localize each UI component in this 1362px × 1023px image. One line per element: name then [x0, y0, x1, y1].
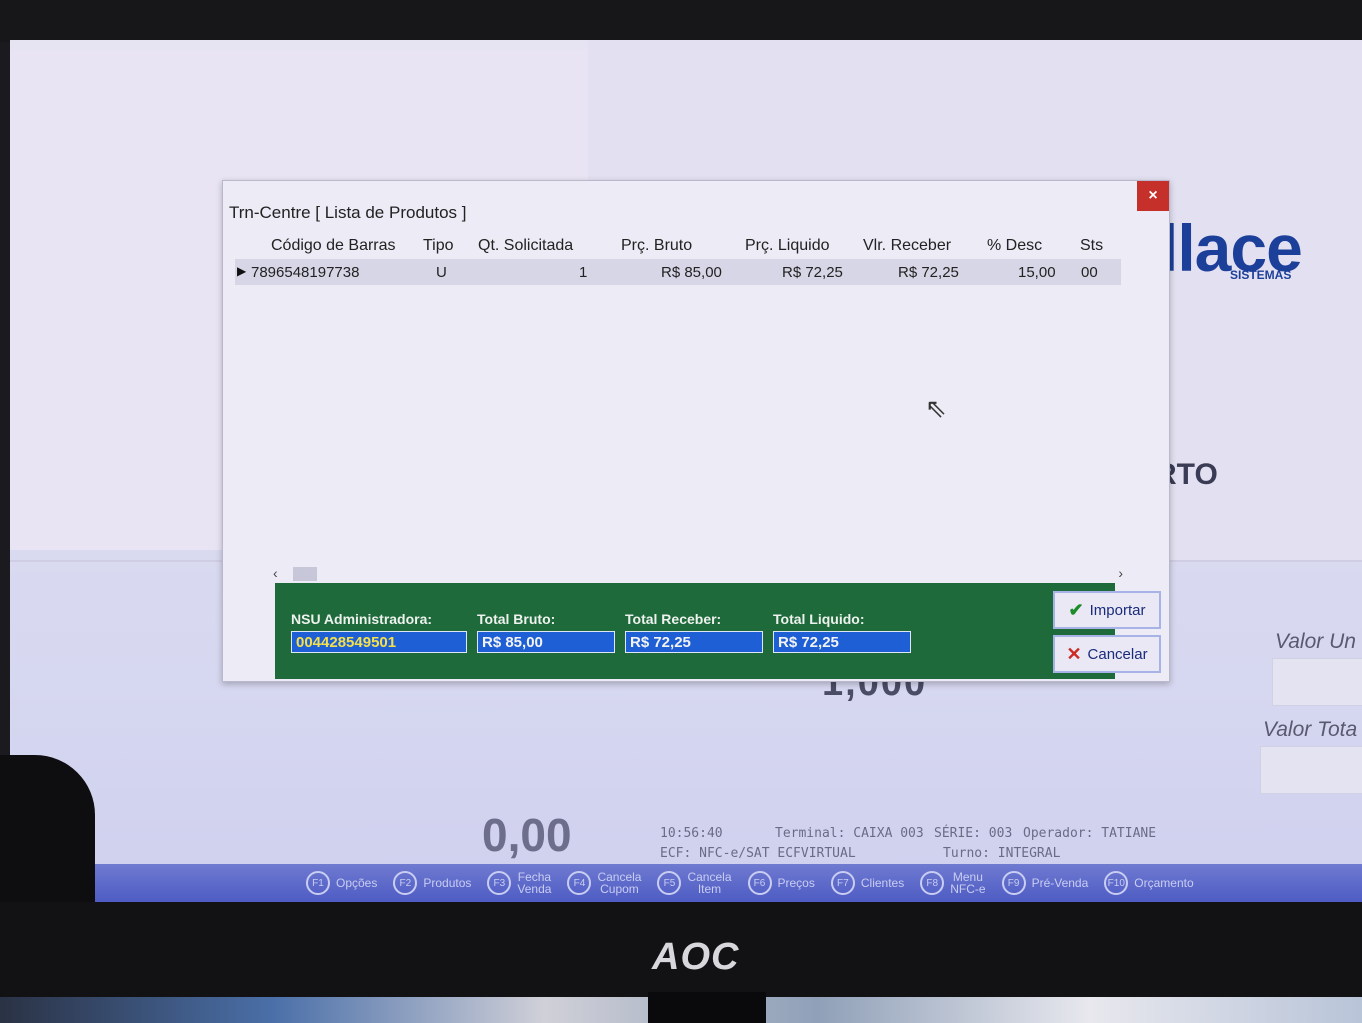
nsu-label: NSU Administradora:	[291, 611, 433, 627]
fkey-f5[interactable]: F5 Cancela Item	[657, 871, 732, 895]
brand-logo-subtitle: SISTEMAS	[1230, 268, 1292, 282]
shift-text: Turno: INTEGRAL	[943, 846, 1061, 861]
total-bruto-field: R$ 85,00	[477, 631, 615, 653]
fkey-f3[interactable]: F3 Fecha Venda	[487, 871, 551, 895]
import-button-label: Importar	[1089, 601, 1146, 619]
monitor-bezel-top	[0, 0, 1362, 42]
table-row[interactable]: ▶ 7896548197738 U 1 R$ 85,00 R$ 72,25 R$…	[235, 259, 1121, 285]
f10-key-icon: F10	[1104, 871, 1129, 895]
close-x-icon: ✕	[1066, 643, 1082, 664]
cell-preco-bruto: R$ 85,00	[661, 264, 722, 281]
f1-key-icon: F1	[306, 871, 330, 895]
fkey-f8[interactable]: F8 Menu NFC-e	[920, 871, 986, 895]
horizontal-scrollbar[interactable]: ‹ ›	[273, 565, 1123, 581]
close-button[interactable]: ×	[1137, 181, 1169, 211]
f9-key-icon: F9	[1001, 871, 1026, 895]
fkey-f9[interactable]: F9 Pré-Venda	[1001, 871, 1089, 895]
f7-key-icon: F7	[830, 871, 855, 895]
fkey-label: Fecha Venda	[517, 871, 551, 895]
function-key-bar: F1 Opções F2 Produtos F3 Fecha Venda F4 Cance…	[10, 864, 1362, 902]
total-value-label: Valor Tota	[1263, 718, 1358, 741]
monitor-brand-logo: AOC	[652, 936, 740, 978]
scroll-right-icon[interactable]: ›	[1118, 565, 1123, 581]
column-header-tipo[interactable]: Tipo	[423, 237, 454, 255]
row-pointer-icon: ▶	[237, 264, 247, 278]
fkey-label: Produtos	[423, 876, 472, 890]
fkey-f7[interactable]: F7 Clientes	[830, 871, 905, 895]
scroll-left-icon[interactable]: ‹	[273, 565, 278, 581]
sale-total-display: 0,00	[482, 809, 572, 861]
fkey-label: Opções	[336, 876, 378, 890]
fkey-label: Cancela Item	[687, 871, 731, 895]
column-header-sts[interactable]: Sts	[1080, 237, 1103, 255]
totals-footer: NSU Administradora: 004428549501 Total B…	[275, 583, 1161, 679]
check-icon: ✔	[1068, 599, 1084, 620]
fkey-f2[interactable]: F2 Produtos	[393, 871, 471, 895]
f8-key-icon: F8	[920, 871, 945, 895]
column-header-barcode[interactable]: Código de Barras	[271, 237, 396, 255]
column-header-valor-receber[interactable]: Vlr. Receber	[863, 237, 951, 255]
total-liquido-field: R$ 72,25	[773, 631, 911, 653]
terminal-text: Terminal: CAIXA 003	[775, 826, 924, 841]
operator-text: Operador: TATIANE	[1023, 826, 1157, 841]
fkey-label-line2: Cupom	[600, 882, 639, 896]
cancel-button[interactable]: ✕ Cancelar	[1053, 635, 1161, 673]
column-header-desc[interactable]: % Desc	[987, 237, 1042, 255]
cancel-button-label: Cancelar	[1087, 645, 1148, 663]
cell-preco-liquido: R$ 72,25	[782, 264, 843, 281]
f5-key-icon: F5	[657, 871, 682, 895]
mouse-pointer-icon: ⇖	[925, 393, 947, 423]
fkey-label-line2: Item	[697, 882, 722, 896]
fkey-label-line2: NFC-e	[950, 882, 986, 896]
column-header-preco-liquido[interactable]: Prç. Liquido	[745, 237, 830, 255]
f4-key-icon: F4	[567, 871, 592, 895]
f2-key-icon: F2	[393, 871, 418, 895]
serie-text: SÉRIE: 003	[934, 826, 1013, 841]
fkey-label: Cancela Cupom	[597, 871, 641, 895]
clock-text: 10:56:40	[660, 826, 723, 841]
total-receber-label: Total Receber:	[625, 611, 722, 627]
f6-key-icon: F6	[747, 871, 772, 895]
fkey-label: Menu NFC-e	[950, 871, 985, 895]
total-liquido-label: Total Liquido:	[773, 611, 865, 627]
cell-tipo: U	[436, 264, 447, 281]
fkey-label: Preços	[777, 876, 815, 890]
fkey-f6[interactable]: F6 Preços	[747, 871, 815, 895]
product-list-dialog: × Trn-Centre [ Lista de Produtos ] Códig…	[222, 180, 1170, 682]
fkey-f1[interactable]: F1 Opções	[306, 871, 377, 895]
dialog-title: Trn-Centre [ Lista de Produtos ]	[229, 203, 467, 222]
fkey-label: Clientes	[860, 876, 905, 890]
scroll-thumb[interactable]	[293, 567, 317, 581]
nsu-field[interactable]: 004428549501	[291, 631, 467, 653]
cell-barcode: 7896548197738	[251, 264, 360, 281]
fkey-label: Orçamento	[1134, 876, 1194, 890]
fkey-label: Pré-Venda	[1031, 876, 1089, 890]
column-header-qt[interactable]: Qt. Solicitada	[478, 237, 573, 255]
fkey-f4[interactable]: F4 Cancela Cupom	[567, 871, 641, 895]
import-button[interactable]: ✔ Importar	[1053, 591, 1161, 629]
unit-value-label: Valor Un	[1275, 630, 1356, 653]
column-header-preco-bruto[interactable]: Prç. Bruto	[621, 237, 692, 255]
grid-empty-area[interactable]	[235, 285, 1121, 565]
fkey-f10[interactable]: F10 Orçamento	[1104, 871, 1194, 895]
cell-sts: 00	[1081, 264, 1098, 281]
f3-key-icon: F3	[487, 871, 512, 895]
monitor-stand	[648, 992, 766, 1023]
total-receber-field: R$ 72,25	[625, 631, 763, 653]
ecf-text: ECF: NFC-e/SAT ECFVIRTUAL	[660, 846, 856, 861]
cell-qt: 1	[579, 264, 588, 281]
grid-header: Código de Barras Tipo Qt. Solicitada Prç…	[235, 233, 1121, 259]
unit-value-field	[1272, 658, 1362, 706]
total-bruto-label: Total Bruto:	[477, 611, 556, 627]
total-value-field	[1260, 746, 1362, 794]
cell-desc: 15,00	[1018, 264, 1056, 281]
cell-valor-receber: R$ 72,25	[898, 264, 959, 281]
fkey-label-line2: Venda	[517, 882, 552, 896]
